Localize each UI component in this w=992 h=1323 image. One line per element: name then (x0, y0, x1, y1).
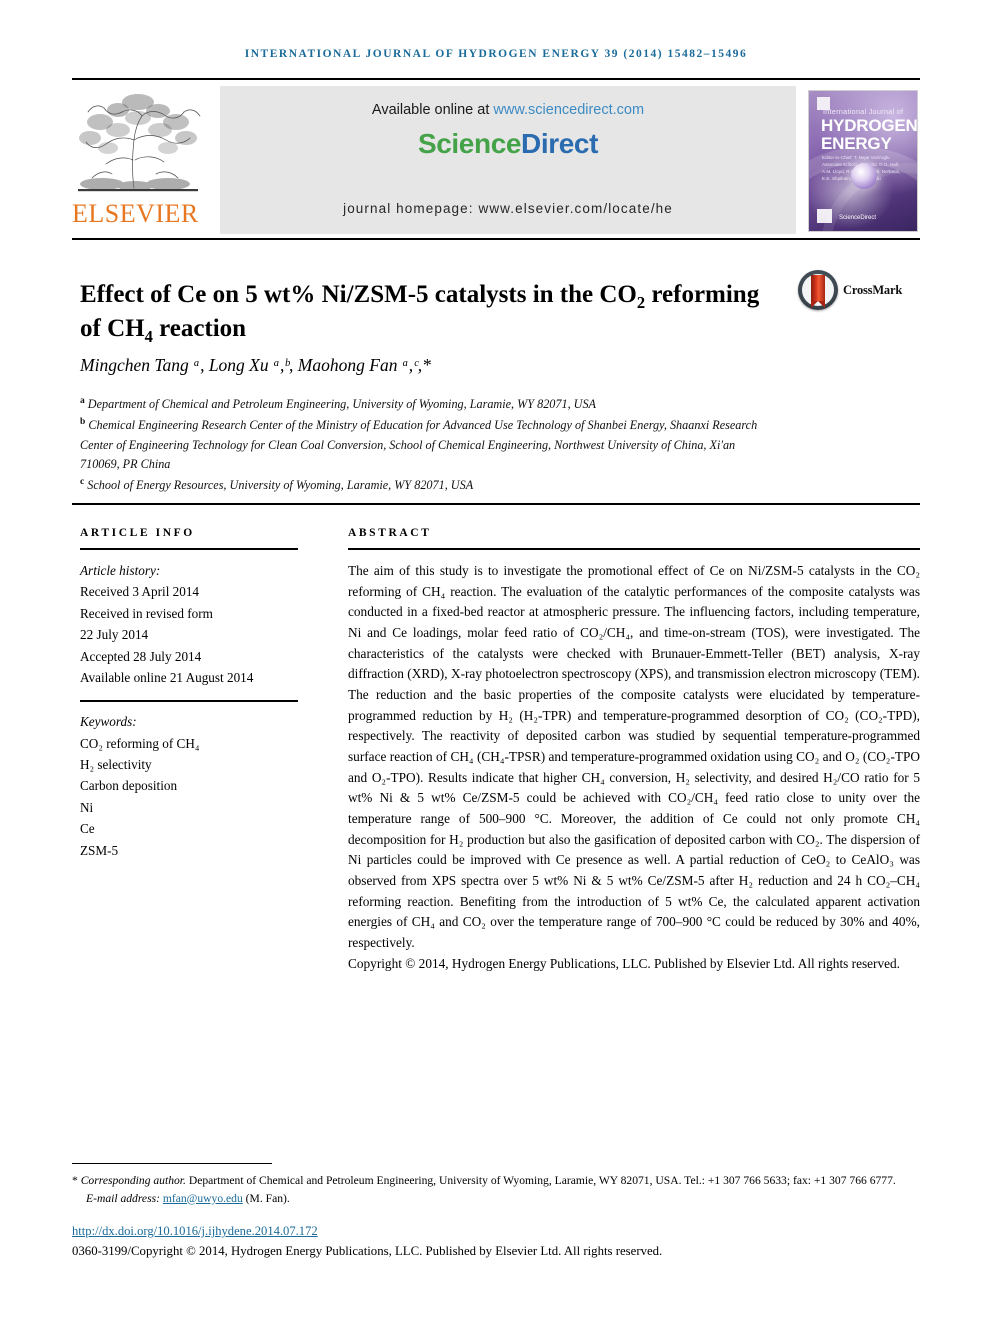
affiliation-text: Chemical Engineering Research Center of … (80, 417, 758, 472)
footnote-block: * Corresponding author. Department of Ch… (72, 1172, 924, 1207)
author-list: Mingchen Tang ᵃ, Long Xu ᵃ,ᵇ, Maohong Fa… (80, 355, 431, 375)
journal-cover-block: International Journal of HYDROGEN ENERGY… (802, 86, 920, 234)
pre-info-rule (72, 503, 920, 505)
affiliation-item: c School of Energy Resources, University… (80, 475, 770, 496)
abstract-column: ABSTRACT The aim of this study is to inv… (348, 527, 920, 974)
cover-superhead: International Journal of (823, 107, 904, 116)
journal-cover-image: International Journal of HYDROGEN ENERGY… (808, 90, 918, 232)
crossmark-ribbon-icon (811, 275, 825, 308)
elsevier-wordmark: ELSEVIER (72, 199, 199, 228)
article-history-item: Accepted 28 July 2014 (80, 648, 202, 664)
article-first-page: International Journal of Hydrogen Energy… (0, 0, 992, 1323)
corresponding-author-text: Department of Chemical and Petroleum Eng… (185, 1174, 896, 1187)
title-subscript-2: 4 (144, 326, 153, 346)
affiliation-item: b Chemical Engineering Research Center o… (80, 415, 770, 475)
masthead-bottom-rule (72, 238, 920, 240)
article-info-heading: ARTICLE INFO (80, 527, 195, 539)
abstract-body: The aim of this study is to investigate … (348, 563, 920, 951)
abstract-copyright: Copyright © 2014, Hydrogen Energy Public… (348, 954, 920, 975)
cover-title-line2: ENERGY (821, 134, 892, 153)
cover-footer-badge-icon (817, 209, 832, 223)
affiliation-mark: c (80, 477, 85, 488)
top-rule (72, 78, 920, 80)
keywords-block: Keywords: CO₂ reforming of CH₄ H₂ select… (80, 711, 298, 861)
keyword-item: H₂ selectivity (80, 757, 152, 772)
keyword-item: Ni (80, 799, 94, 815)
keyword-item: CO₂ reforming of CH₄ (80, 735, 200, 751)
crossmark-icon (798, 270, 838, 310)
sciencedirect-url-link[interactable]: www.sciencedirect.com (493, 102, 644, 118)
keyword-item: ZSM-5 (80, 842, 119, 858)
sciencedirect-word-direct: Direct (521, 128, 599, 159)
abstract-heading: ABSTRACT (348, 527, 432, 539)
available-online-line: Available online at www.sciencedirect.co… (220, 102, 796, 118)
abstract-copyright-text: Copyright © 2014, Hydrogen Energy Public… (348, 955, 901, 971)
article-history-block: Article history: Received 3 April 2014 R… (80, 560, 298, 688)
email-suffix: (M. Fan). (242, 1191, 290, 1205)
cover-title-line1: HYDROGEN (821, 116, 918, 135)
keyword-item: Carbon deposition (80, 778, 178, 794)
affiliation-mark: b (80, 416, 86, 427)
sciencedirect-word-science: Science (417, 128, 522, 159)
article-history-item: Available online 21 August 2014 (80, 669, 254, 685)
elsevier-tree-icon (72, 88, 204, 200)
keywords-rule (80, 700, 298, 703)
keyword-item: Ce (80, 821, 95, 837)
crossmark-badge[interactable]: CrossMark (798, 268, 916, 312)
corresponding-author-marker: * (72, 1174, 78, 1187)
affiliation-list: a Department of Chemical and Petroleum E… (80, 394, 770, 496)
sciencedirect-wordmark: ScienceDirect (220, 128, 796, 160)
elsevier-logo-block: ELSEVIER (72, 86, 214, 234)
affiliation-text: School of Energy Resources, University o… (87, 478, 474, 493)
title-text-part1: Effect of Ce on 5 wt% Ni/ZSM-5 catalysts… (80, 280, 637, 308)
keywords-label: Keywords: (80, 714, 137, 730)
affiliation-mark: a (80, 396, 85, 406)
affiliation-text: Department of Chemical and Petroleum Eng… (87, 397, 596, 412)
issn-copyright-line: 0360-3199/Copyright © 2014, Hydrogen Ene… (72, 1244, 663, 1258)
article-history-item: Received in revised form (80, 605, 213, 621)
sciencedirect-banner: Available online at www.sciencedirect.co… (220, 86, 796, 234)
crossmark-label: CrossMark (843, 282, 903, 297)
affiliation-item: a Department of Chemical and Petroleum E… (80, 394, 770, 415)
available-online-prefix: Available online at (371, 102, 494, 118)
email-line: E-mail address: mfan@uwyo.edu (M. Fan). (72, 1190, 924, 1208)
article-info-column: ARTICLE INFO Article history: Received 3… (80, 527, 298, 861)
email-link[interactable]: mfan@uwyo.edu (163, 1192, 243, 1205)
article-history-item: 22 July 2014 (80, 627, 149, 643)
cover-orb-graphic (851, 163, 877, 189)
article-history-item: Received 3 April 2014 (80, 584, 200, 600)
corresponding-author-label: Corresponding author. (80, 1174, 186, 1187)
title-text-part3: reaction (152, 314, 247, 342)
abstract-rule (348, 548, 920, 550)
article-history-label: Article history: (80, 563, 161, 578)
page-title: Effect of Ce on 5 wt% Ni/ZSM-5 catalysts… (80, 279, 770, 347)
journal-homepage-line[interactable]: journal homepage: www.elsevier.com/locat… (220, 201, 796, 216)
footnote-rule (72, 1163, 272, 1164)
running-head: International Journal of Hydrogen Energy… (244, 48, 748, 60)
cover-footer-text: ScienceDirect (839, 215, 877, 221)
article-info-rule (80, 548, 298, 550)
doi-link[interactable]: http://dx.doi.org/10.1016/j.ijhydene.201… (72, 1224, 318, 1239)
title-subscript-1: 2 (636, 292, 646, 312)
email-label: E-mail address: (86, 1191, 163, 1205)
masthead: ELSEVIER Available online at www.science… (72, 86, 920, 234)
